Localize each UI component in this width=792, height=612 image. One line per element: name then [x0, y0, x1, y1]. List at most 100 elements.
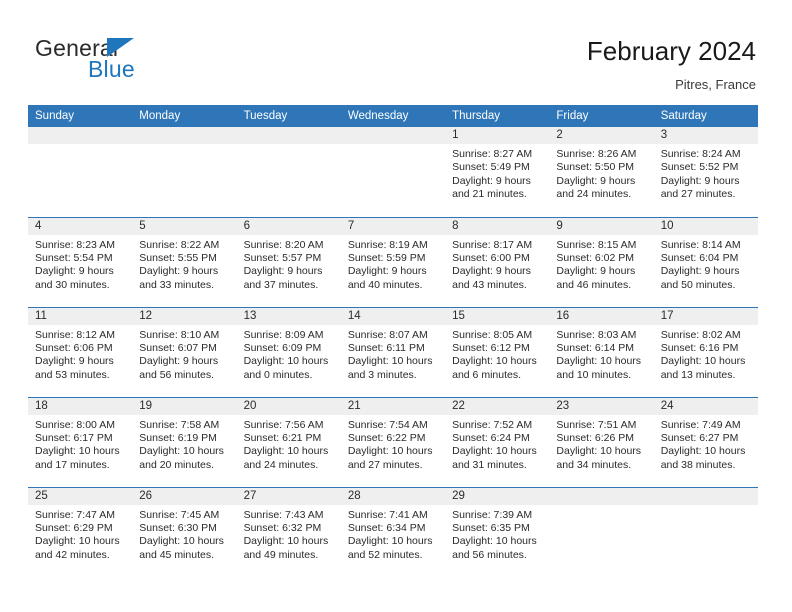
calendar-day-cell[interactable]: 4 Sunrise: 8:23 AM Sunset: 5:54 PM Daylight…	[28, 216, 133, 307]
day-sun-info-line: and 33 minutes.	[139, 278, 214, 291]
day-sun-info: Sunrise: 7:43 AM Sunset: 6:32 PM Daylight:…	[237, 505, 341, 563]
calendar-day-cell[interactable]: 27 Sunrise: 7:43 AM Sunset: 6:32 PM Dayligh…	[236, 486, 341, 577]
day-sun-info-line: Daylight: 9 hours	[660, 265, 740, 278]
calendar-day-cell[interactable]: 15 Sunrise: 8:05 AM Sunset: 6:12 PM Dayligh…	[445, 306, 550, 397]
day-sun-info-line: and 43 minutes.	[452, 278, 527, 291]
day-sun-info-line: Sunset: 5:54 PM	[35, 251, 113, 264]
day-sun-info-line: and 37 minutes.	[243, 278, 319, 291]
day-sun-info-line: and 21 minutes.	[452, 188, 527, 201]
calendar-day-cell[interactable]: 25 Sunrise: 7:47 AM Sunset: 6:29 PM Dayligh…	[28, 486, 133, 577]
day-sun-info-line: Sunrise: 7:47 AM	[35, 508, 115, 521]
day-sun-info: Sunrise: 8:23 AM Sunset: 5:54 PM Daylight:…	[28, 235, 132, 293]
day-number: 11	[28, 307, 133, 325]
calendar-day-cell[interactable]: 19 Sunrise: 7:58 AM Sunset: 6:19 PM Dayligh…	[132, 396, 237, 487]
day-sun-info: Sunrise: 8:03 AM Sunset: 6:14 PM Daylight:…	[549, 325, 653, 383]
day-number	[549, 487, 654, 505]
calendar-day-cell[interactable]: 20 Sunrise: 7:56 AM Sunset: 6:21 PM Dayligh…	[236, 396, 341, 487]
day-sun-info-line: Sunset: 6:26 PM	[556, 431, 635, 444]
day-number: 8	[445, 217, 550, 235]
day-number	[653, 487, 758, 505]
day-sun-info-line: and 3 minutes.	[347, 368, 417, 381]
day-sun-info: Sunrise: 7:39 AM Sunset: 6:35 PM Daylight:…	[445, 505, 549, 563]
day-number	[132, 127, 237, 144]
day-number: 20	[236, 397, 341, 415]
day-sun-info-line: and 20 minutes.	[139, 458, 214, 471]
calendar-day-cell[interactable]: 22 Sunrise: 7:52 AM Sunset: 6:24 PM Dayligh…	[445, 396, 550, 487]
day-sun-info-line: Daylight: 9 hours	[556, 174, 636, 187]
day-sun-info	[549, 505, 653, 509]
calendar-day-cell[interactable]: 29 Sunrise: 7:39 AM Sunset: 6:35 PM Dayligh…	[445, 486, 550, 577]
day-sun-info-line: Sunrise: 8:10 AM	[139, 328, 220, 341]
calendar-day-cell[interactable]: 18 Sunrise: 8:00 AM Sunset: 6:17 PM Dayligh…	[28, 396, 133, 487]
day-number: 14	[340, 307, 446, 325]
day-sun-info-line: Sunrise: 8:05 AM	[452, 328, 533, 341]
day-sun-info: Sunrise: 8:07 AM Sunset: 6:11 PM Daylight:…	[341, 325, 445, 383]
day-sun-info-line: Sunset: 6:34 PM	[347, 521, 426, 534]
calendar-day-cell[interactable]: 8 Sunrise: 8:17 AM Sunset: 6:00 PM Daylight…	[445, 216, 550, 307]
day-sun-info: Sunrise: 8:17 AM Sunset: 6:00 PM Daylight:…	[445, 235, 549, 293]
day-sun-info-line: Sunset: 6:04 PM	[660, 251, 739, 264]
day-sun-info-line: Sunrise: 8:02 AM	[660, 328, 741, 341]
day-sun-info-line: Sunrise: 8:19 AM	[347, 238, 428, 251]
day-sun-info-line: Sunset: 6:06 PM	[35, 341, 113, 354]
day-sun-info: Sunrise: 8:14 AM Sunset: 6:04 PM Daylight:…	[654, 235, 758, 293]
day-sun-info-line: Sunset: 6:19 PM	[139, 431, 217, 444]
calendar-week-row: 1 Sunrise: 8:27 AM Sunset: 5:49 PM Daylight…	[28, 127, 758, 217]
weekday-header-tuesday: Tuesday	[236, 105, 341, 127]
calendar-day-cell[interactable]: 23 Sunrise: 7:51 AM Sunset: 6:26 PM Dayligh…	[549, 396, 654, 487]
day-sun-info-line: Daylight: 9 hours	[660, 174, 740, 187]
calendar-day-cell[interactable]: 2 Sunrise: 8:26 AM Sunset: 5:50 PM Daylight…	[549, 127, 654, 217]
day-sun-info-line: Sunrise: 7:58 AM	[139, 418, 220, 431]
triangle-icon	[107, 38, 134, 57]
day-sun-info-line: Sunset: 6:12 PM	[452, 341, 530, 354]
calendar-day-cell[interactable]: 5 Sunrise: 8:22 AM Sunset: 5:55 PM Daylight…	[132, 216, 237, 307]
day-sun-info-line: Sunset: 5:52 PM	[660, 161, 739, 174]
day-sun-info: Sunrise: 8:22 AM Sunset: 5:55 PM Daylight:…	[132, 235, 236, 293]
day-sun-info: Sunrise: 7:41 AM Sunset: 6:34 PM Daylight:…	[341, 505, 445, 563]
day-sun-info-line: Daylight: 10 hours	[452, 355, 537, 368]
day-sun-info-line: and 40 minutes.	[347, 278, 423, 291]
day-sun-info-line: Sunset: 6:07 PM	[139, 341, 217, 354]
calendar-day-cell[interactable]: 7 Sunrise: 8:19 AM Sunset: 5:59 PM Daylight…	[340, 216, 446, 307]
day-sun-info-line: and 24 minutes.	[556, 188, 632, 201]
calendar-day-cell[interactable]: 12 Sunrise: 8:10 AM Sunset: 6:07 PM Dayligh…	[132, 306, 237, 397]
calendar-day-cell[interactable]: 9 Sunrise: 8:15 AM Sunset: 6:02 PM Daylight…	[549, 216, 654, 307]
calendar-day-cell[interactable]: 28 Sunrise: 7:41 AM Sunset: 6:34 PM Dayligh…	[340, 486, 446, 577]
calendar-day-cell[interactable]: 24 Sunrise: 7:49 AM Sunset: 6:27 PM Dayligh…	[653, 396, 758, 487]
day-number	[340, 127, 446, 144]
calendar-day-cell[interactable]: 10 Sunrise: 8:14 AM Sunset: 6:04 PM Dayligh…	[653, 216, 758, 307]
day-sun-info-line: Sunset: 6:22 PM	[347, 431, 426, 444]
calendar-day-cell-empty	[28, 127, 133, 217]
day-sun-info-line: Sunset: 5:59 PM	[347, 251, 426, 264]
calendar-day-cell[interactable]: 1 Sunrise: 8:27 AM Sunset: 5:49 PM Daylight…	[445, 127, 550, 217]
day-number	[28, 127, 133, 144]
day-sun-info-line: and 56 minutes.	[452, 548, 527, 561]
day-number: 4	[28, 217, 133, 235]
day-sun-info-line: Sunrise: 8:26 AM	[556, 148, 637, 160]
day-sun-info-line: Daylight: 10 hours	[452, 445, 537, 458]
calendar-day-cell[interactable]: 17 Sunrise: 8:02 AM Sunset: 6:16 PM Dayligh…	[653, 306, 758, 397]
day-sun-info-line: Sunrise: 8:03 AM	[556, 328, 637, 341]
day-sun-info: Sunrise: 8:09 AM Sunset: 6:09 PM Daylight:…	[237, 325, 341, 383]
calendar-day-cell[interactable]: 16 Sunrise: 8:03 AM Sunset: 6:14 PM Dayligh…	[549, 306, 654, 397]
day-sun-info-line: Sunset: 6:09 PM	[243, 341, 322, 354]
day-sun-info-line: Daylight: 9 hours	[35, 265, 114, 278]
calendar-day-cell[interactable]: 14 Sunrise: 8:07 AM Sunset: 6:11 PM Dayligh…	[340, 306, 446, 397]
day-sun-info-line: Daylight: 9 hours	[243, 265, 323, 278]
calendar-day-cell[interactable]: 26 Sunrise: 7:45 AM Sunset: 6:30 PM Dayligh…	[132, 486, 237, 577]
day-sun-info-line: Sunset: 6:00 PM	[452, 251, 530, 264]
calendar-day-cell[interactable]: 13 Sunrise: 8:09 AM Sunset: 6:09 PM Dayligh…	[236, 306, 341, 397]
calendar-day-cell[interactable]: 21 Sunrise: 7:54 AM Sunset: 6:22 PM Dayligh…	[340, 396, 446, 487]
calendar-day-cell[interactable]: 6 Sunrise: 8:20 AM Sunset: 5:57 PM Daylight…	[236, 216, 341, 307]
day-number: 6	[236, 217, 341, 235]
day-number: 26	[132, 487, 237, 505]
day-sun-info-line: Sunset: 6:21 PM	[243, 431, 322, 444]
day-sun-info: Sunrise: 7:52 AM Sunset: 6:24 PM Daylight:…	[445, 415, 549, 473]
calendar-day-cell[interactable]: 11 Sunrise: 8:12 AM Sunset: 6:06 PM Dayligh…	[28, 306, 133, 397]
calendar-day-cell[interactable]: 3 Sunrise: 8:24 AM Sunset: 5:52 PM Daylight…	[653, 127, 758, 217]
general-blue-logo[interactable]: General Blue	[35, 36, 255, 92]
day-number: 7	[340, 217, 446, 235]
day-sun-info-line: Sunrise: 8:15 AM	[556, 238, 637, 251]
day-sun-info-line: Daylight: 9 hours	[139, 355, 219, 368]
day-number: 9	[549, 217, 654, 235]
